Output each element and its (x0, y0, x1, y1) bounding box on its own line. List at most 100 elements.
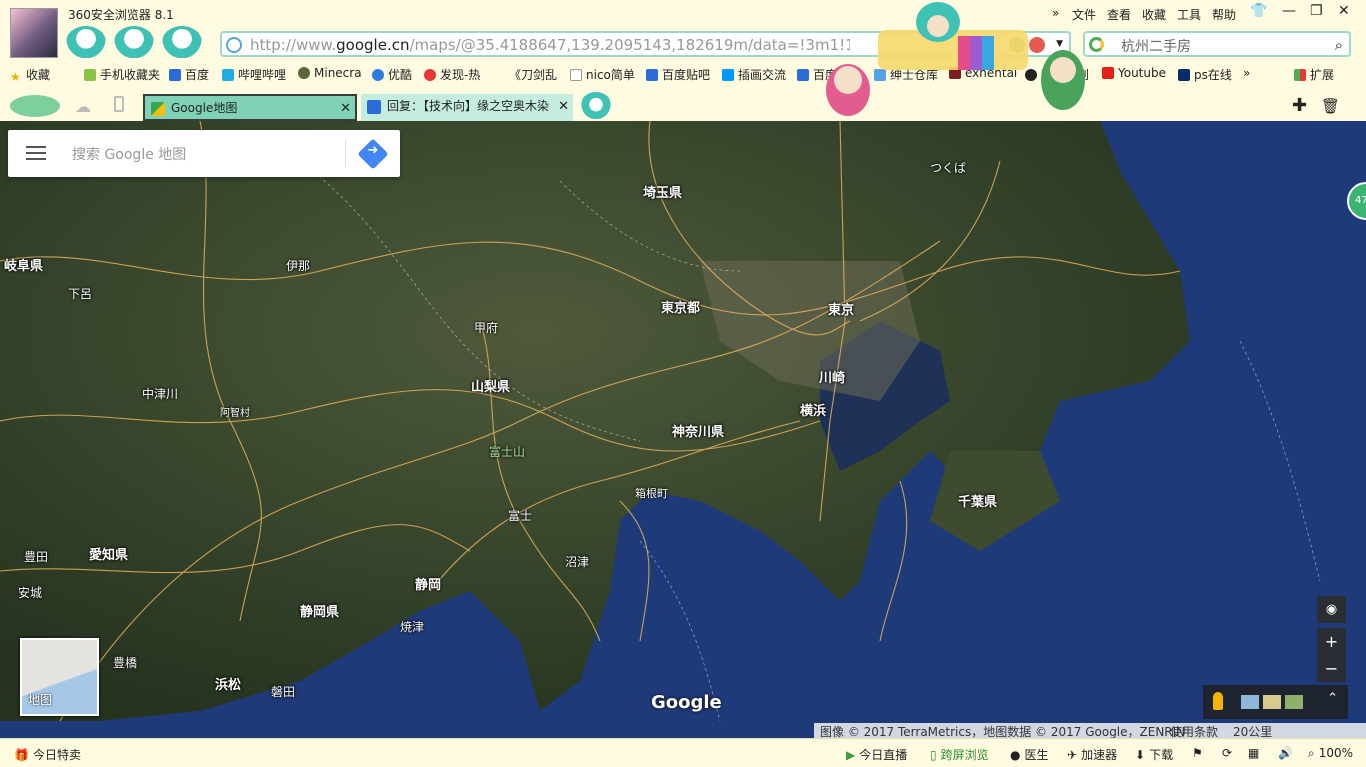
search-engine-icon[interactable] (1089, 37, 1104, 52)
layer-thumb-icon[interactable] (1241, 695, 1259, 709)
extensions-button[interactable]: 扩展 (1294, 66, 1334, 83)
bookmark-item[interactable]: 手机收藏夹 (84, 66, 160, 83)
address-bar[interactable]: http://www.google.cn/maps/@35.4188647,13… (220, 31, 1071, 57)
place-label[interactable]: 山梨県 (471, 376, 510, 395)
bookmark-item[interactable]: nico简单 (570, 66, 635, 83)
place-label[interactable]: 沼津 (565, 553, 589, 570)
zoom-button[interactable]: ⌕ 100% (1308, 746, 1353, 761)
close-icon[interactable]: ✕ (558, 94, 569, 119)
place-label[interactable]: 阿智村 (220, 404, 250, 419)
place-label[interactable]: 神奈川県 (672, 421, 724, 440)
screenshot-icon[interactable]: ▦ (1248, 746, 1259, 760)
menu-file[interactable]: 文件 (1072, 6, 1096, 23)
bookmark-item[interactable]: 优酷 (372, 66, 412, 83)
place-label[interactable]: 川崎 (819, 367, 845, 386)
zoom-out-button[interactable]: − (1317, 655, 1346, 682)
place-label[interactable]: 中津川 (142, 385, 178, 402)
layer-thumb-icon[interactable] (1285, 695, 1303, 709)
bookmark-item[interactable]: 绅士仓库 (874, 66, 938, 83)
speed-icon[interactable] (1029, 37, 1045, 53)
new-tab-mascot-icon[interactable] (580, 92, 612, 120)
place-label[interactable]: 愛知県 (89, 544, 128, 563)
place-label[interactable]: 岐阜県 (4, 255, 43, 274)
bookmark-item[interactable]: ps在线 (1178, 66, 1232, 83)
layer-thumb-icon[interactable] (1263, 695, 1281, 709)
bookmark-item[interactable]: exhentai (949, 66, 1017, 80)
place-label[interactable]: 箱根町 (635, 485, 668, 501)
sound-icon[interactable]: 🔊 (1278, 746, 1293, 760)
shirt-skin-icon[interactable]: 👕 (1250, 3, 1267, 19)
tab-tieba-reply[interactable]: 回复：【技术向】缘之空奥木染 ✕ (361, 94, 573, 121)
leaf-icon[interactable] (1009, 37, 1025, 53)
menu-help[interactable]: 帮助 (1212, 6, 1236, 23)
doctor-button[interactable]: ● 医生 (1010, 746, 1049, 763)
bookmark-item[interactable]: 百度 (169, 66, 209, 83)
translate-icon[interactable]: ⚑ (1192, 746, 1203, 760)
place-label[interactable]: 静岡県 (300, 601, 339, 620)
my-location-icon[interactable]: ◉ (1317, 596, 1346, 623)
bookmark-item[interactable]: Minecra (298, 66, 362, 80)
menu-icon[interactable] (26, 146, 46, 160)
tab-google-maps[interactable]: Google地图 ✕ (143, 94, 357, 121)
bookmark-item[interactable]: 欢迎来到 (1025, 66, 1089, 83)
pegman-icon[interactable] (1213, 692, 1223, 710)
place-label[interactable]: 富士山 (489, 443, 525, 460)
place-label[interactable]: 浜松 (215, 674, 241, 693)
maximize-button[interactable]: ❐ (1310, 3, 1323, 19)
bookmark-item[interactable]: 发现-热 (424, 66, 480, 83)
chevron-up-icon[interactable]: ⌃ (1327, 691, 1338, 706)
place-label[interactable]: 下呂 (68, 285, 92, 302)
place-label[interactable]: 横浜 (800, 400, 826, 419)
bookmark-favorites[interactable]: ★ 收藏 (10, 66, 50, 84)
accelerator-button[interactable]: ✈ 加速器 (1067, 746, 1117, 763)
search-box[interactable]: 杭州二手房 ⌕ (1083, 31, 1351, 57)
map-type-toggle[interactable]: 地图 (20, 638, 99, 716)
place-label[interactable]: 東京都 (661, 297, 700, 316)
download-button[interactable]: ⬇ 下载 (1135, 746, 1173, 763)
close-icon[interactable]: ✕ (340, 96, 351, 119)
bookmark-item[interactable]: 哔哩哔哩 (222, 66, 286, 83)
map-search-input[interactable]: 搜索 Google 地图 (72, 144, 186, 164)
place-label[interactable]: 磐田 (271, 683, 295, 700)
refresh-icon[interactable]: ⟳ (1222, 746, 1232, 760)
place-label[interactable]: 豊橋 (113, 654, 137, 671)
menu-more-button[interactable]: » (1052, 6, 1059, 20)
place-label[interactable]: 安城 (18, 584, 42, 601)
place-label[interactable]: 埼玉県 (643, 182, 682, 201)
close-button[interactable]: ✕ (1338, 3, 1350, 19)
terms-link[interactable]: 使用条款 (1170, 723, 1218, 738)
deals-button[interactable]: 🎁 今日特卖 (14, 746, 81, 763)
place-label[interactable]: 静岡 (415, 574, 441, 593)
chevron-down-icon[interactable]: ▼ (1056, 39, 1063, 49)
menu-tools[interactable]: 工具 (1177, 6, 1201, 23)
map-view[interactable]: 埼玉県 つくば 岐阜県 伊那 下呂 東京都 東京 甲府 山梨県 川崎 中津川 阿… (0, 121, 1366, 738)
menu-favorites[interactable]: 收藏 (1142, 6, 1166, 23)
live-button[interactable]: ▶ 今日直播 (846, 746, 907, 763)
bookmarks-more-button[interactable]: » (1243, 66, 1250, 80)
place-label[interactable]: つくば (930, 159, 966, 176)
zoom-in-button[interactable]: + (1317, 628, 1346, 655)
place-label[interactable]: 千葉県 (958, 491, 997, 510)
bookmark-item[interactable]: 插画交流 (722, 66, 786, 83)
bookmark-item[interactable]: 百度翻译 (797, 66, 861, 83)
place-label[interactable]: 甲府 (474, 319, 498, 336)
directions-icon[interactable] (357, 138, 389, 170)
turtle-icon[interactable] (10, 95, 60, 117)
place-label[interactable]: 豊田 (24, 548, 48, 565)
menu-view[interactable]: 查看 (1107, 6, 1131, 23)
place-label[interactable]: 富士 (508, 507, 532, 524)
address-url[interactable]: http://www.google.cn/maps/@35.4188647,13… (250, 36, 850, 54)
bookmark-item[interactable]: 百度贴吧 (646, 66, 710, 83)
cross-screen-button[interactable]: ▯ 跨屏浏览 (930, 746, 989, 763)
place-label[interactable]: 伊那 (286, 257, 310, 274)
add-tab-icon[interactable]: ✚ (1292, 95, 1307, 116)
search-input[interactable]: 杭州二手房 (1121, 36, 1191, 56)
user-avatar[interactable] (10, 8, 58, 58)
minimize-button[interactable]: — (1282, 3, 1296, 19)
place-label[interactable]: 焼津 (400, 618, 424, 635)
phone-icon[interactable] (114, 96, 124, 112)
bookmark-item[interactable]: 《刀剑乱 (493, 66, 557, 83)
trash-icon[interactable]: 🗑 (1321, 97, 1340, 115)
search-icon[interactable]: ⌕ (1335, 36, 1343, 54)
bookmark-item[interactable]: Youtube (1102, 66, 1166, 80)
